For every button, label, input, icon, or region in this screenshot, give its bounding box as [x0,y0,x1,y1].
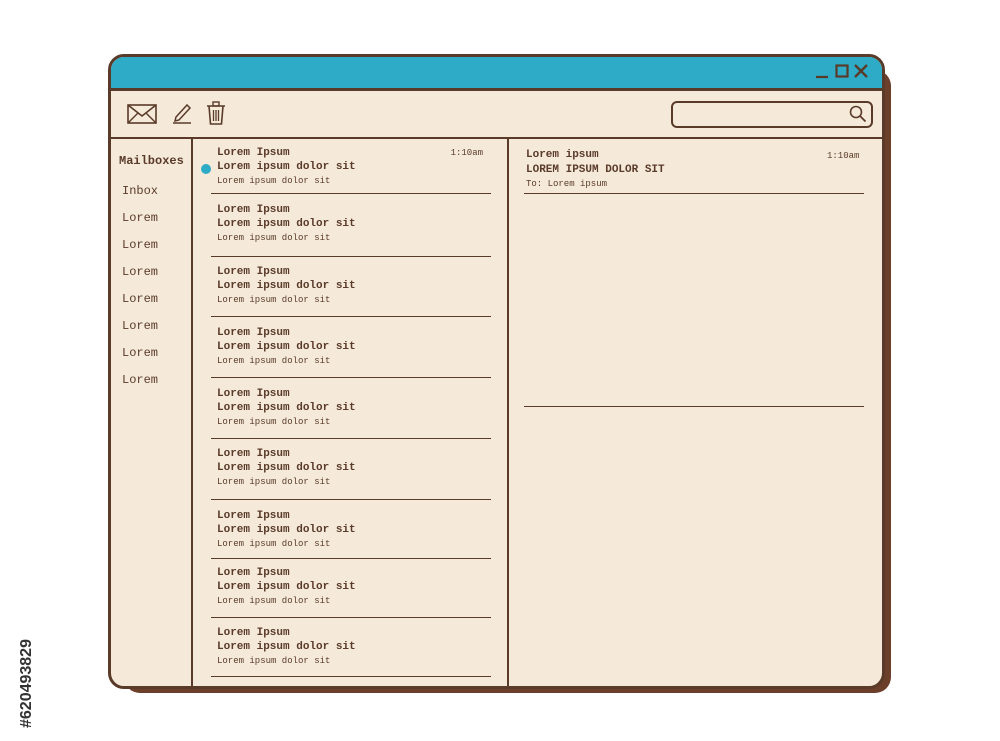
message-preview: Lorem ipsum dolor sit [217,233,331,243]
message-sender: Lorem Ipsum [217,448,290,460]
message-item[interactable]: Lorem Ipsum Lorem ipsum dolor sit Lorem … [211,388,491,439]
message-item[interactable]: Lorem Ipsum Lorem ipsum dolor sit Lorem … [211,627,491,677]
maximize-icon[interactable] [834,63,850,79]
sidebar-item[interactable]: Lorem [122,238,158,252]
message-preview: Lorem ipsum dolor sit [217,656,331,666]
message-subject: Lorem ipsum dolor sit [217,341,356,353]
sidebar-title: Mailboxes [119,154,184,168]
message-subject: Lorem ipsum dolor sit [217,161,356,173]
search-box[interactable] [671,101,873,128]
sidebar-item[interactable]: Lorem [122,292,158,306]
message-subject: Lorem ipsum dolor sit [217,581,356,593]
message-item[interactable]: Lorem Ipsum Lorem ipsum dolor sit Lorem … [211,567,491,618]
stock-id-text: #620493829 [18,639,35,728]
message-item[interactable]: Lorem Ipsum Lorem ipsum dolor sit Lorem … [211,448,491,500]
mail-window: Mailboxes Inbox Lorem Lorem Lorem Lorem … [108,54,885,689]
message-item[interactable]: Lorem Ipsum Lorem ipsum dolor sit Lorem … [211,510,491,559]
reader-time: 1:10am [827,151,860,161]
header-divider [524,193,864,194]
mailbox-sidebar: Mailboxes Inbox Lorem Lorem Lorem Lorem … [111,138,193,686]
sidebar-item[interactable]: Lorem [122,211,158,225]
message-item[interactable]: Lorem Ipsum Lorem ipsum dolor sit Lorem … [211,204,491,257]
trash-icon[interactable] [206,101,226,125]
body-divider [524,406,864,407]
message-sender: Lorem Ipsum [217,204,290,216]
message-subject: Lorem ipsum dolor sit [217,402,356,414]
message-sender: Lorem Ipsum [217,147,290,159]
search-input[interactable] [679,105,843,125]
message-subject: Lorem ipsum dolor sit [217,524,356,536]
mail-icon[interactable] [127,104,157,124]
reading-pane: Lorem ipsum 1:10am LOREM IPSUM DOLOR SIT… [509,138,882,686]
message-sender: Lorem Ipsum [217,627,290,639]
message-subject: Lorem ipsum dolor sit [217,462,356,474]
message-subject: Lorem ipsum dolor sit [217,280,356,292]
message-sender: Lorem Ipsum [217,510,290,522]
reader-from: Lorem ipsum [526,149,599,161]
message-subject: Lorem ipsum dolor sit [217,641,356,653]
message-sender: Lorem Ipsum [217,567,290,579]
message-preview: Lorem ipsum dolor sit [217,295,331,305]
compose-icon[interactable] [172,102,192,124]
message-item[interactable]: Lorem Ipsum Lorem ipsum dolor sit Lorem … [211,266,491,317]
unread-indicator [201,164,211,174]
sidebar-item[interactable]: Lorem [122,319,158,333]
message-sender: Lorem Ipsum [217,327,290,339]
sidebar-item[interactable]: Lorem [122,265,158,279]
message-time: 1:10am [450,148,483,158]
title-bar[interactable] [111,57,882,91]
message-preview: Lorem ipsum dolor sit [217,176,331,186]
message-preview: Lorem ipsum dolor sit [217,539,331,549]
message-item[interactable]: Lorem Ipsum Lorem ipsum dolor sit Lorem … [211,327,491,378]
reader-subject: LOREM IPSUM DOLOR SIT [526,164,665,176]
message-item[interactable]: Lorem Ipsum 1:10am Lorem ipsum dolor sit… [201,147,491,194]
sidebar-item[interactable]: Lorem [122,346,158,360]
minimize-icon[interactable] [814,63,830,79]
stock-id-watermark: #620493829 [12,500,36,728]
message-subject: Lorem ipsum dolor sit [217,218,356,230]
message-preview: Lorem ipsum dolor sit [217,477,331,487]
message-preview: Lorem ipsum dolor sit [217,356,331,366]
message-sender: Lorem Ipsum [217,266,290,278]
search-icon[interactable] [849,105,867,123]
sidebar-item[interactable]: Lorem [122,373,158,387]
close-icon[interactable] [853,63,869,79]
toolbar [111,91,882,139]
message-sender: Lorem Ipsum [217,388,290,400]
message-list: Lorem Ipsum 1:10am Lorem ipsum dolor sit… [193,138,509,686]
message-preview: Lorem ipsum dolor sit [217,417,331,427]
message-preview: Lorem ipsum dolor sit [217,596,331,606]
reader-to: To: Lorem ipsum [526,179,608,189]
sidebar-item-inbox[interactable]: Inbox [122,184,158,198]
